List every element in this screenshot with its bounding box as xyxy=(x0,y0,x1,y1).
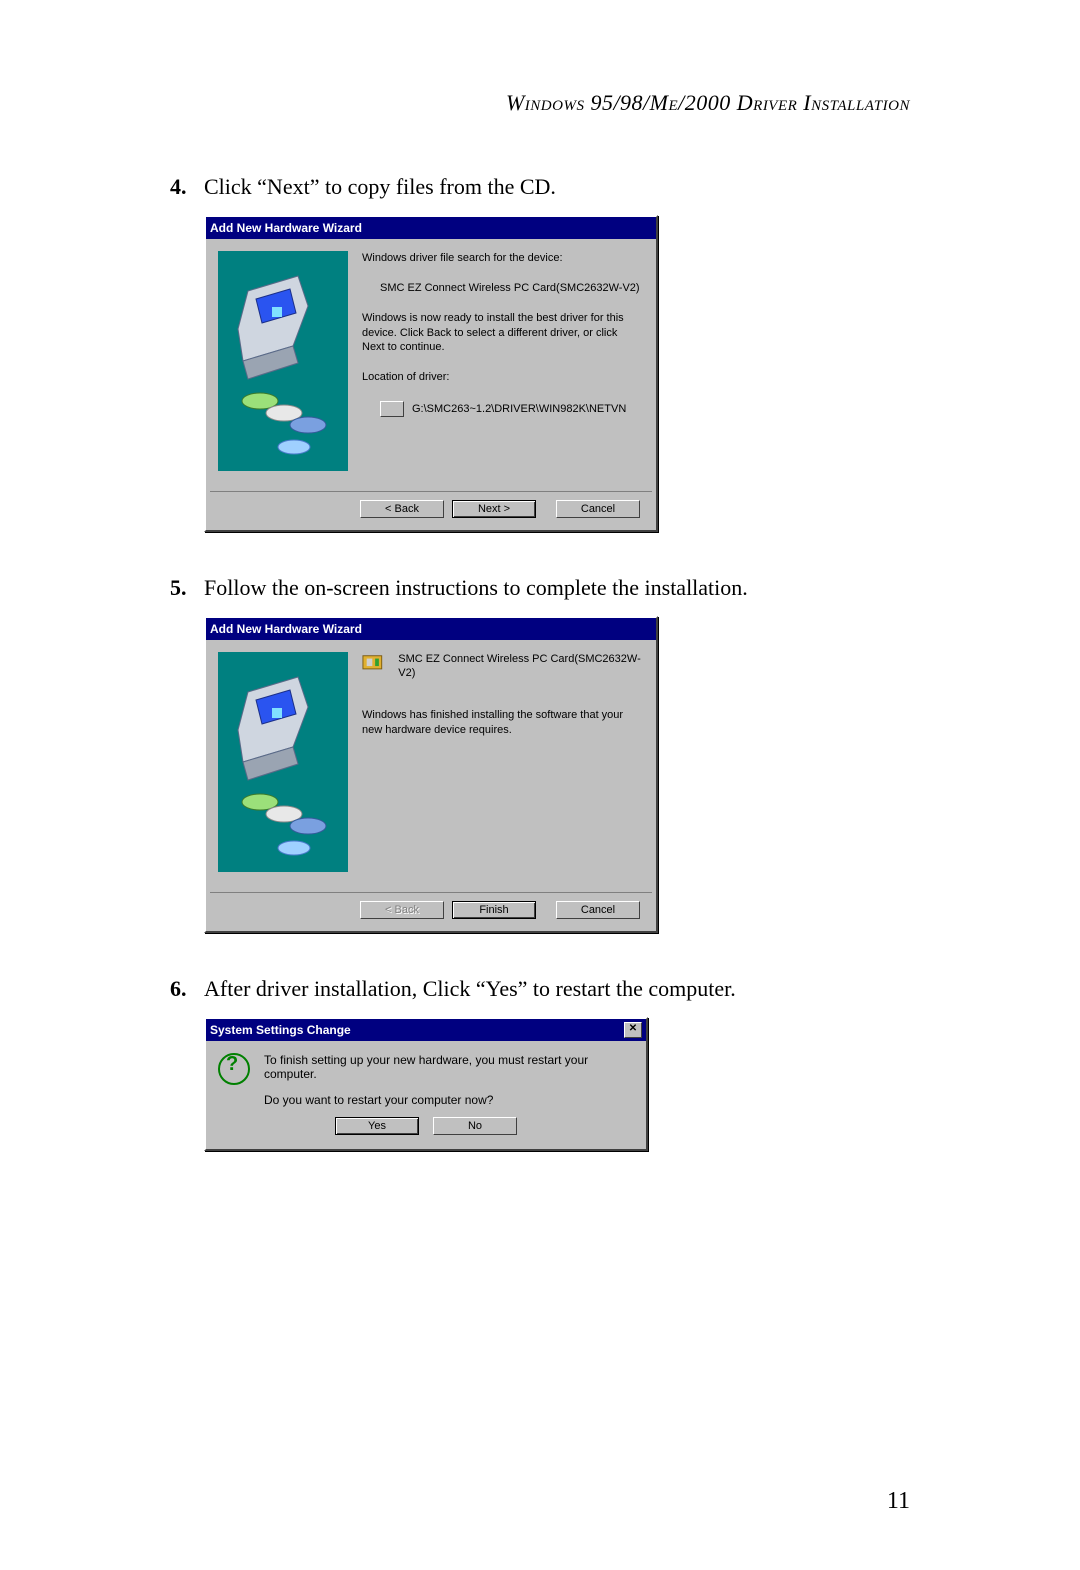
dialog-1-line2: Windows is now ready to install the best… xyxy=(362,311,642,354)
question-icon xyxy=(218,1053,250,1085)
cancel-button[interactable]: Cancel xyxy=(556,500,640,518)
hardware-wizard-dialog-2: Add New Hardware Wizard xyxy=(204,616,658,933)
close-icon[interactable]: ✕ xyxy=(624,1022,642,1038)
dialog-3-button-row: Yes No xyxy=(206,1113,646,1149)
dialog-3-body: To finish setting up your new hardware, … xyxy=(206,1041,646,1113)
dialog-3-message: To finish setting up your new hardware, … xyxy=(264,1053,632,1107)
dialog-2-content: SMC EZ Connect Wireless PC Card(SMC2632W… xyxy=(362,652,642,882)
page-number: 11 xyxy=(887,1488,910,1515)
dialog-1-device-name: SMC EZ Connect Wireless PC Card(SMC2632W… xyxy=(380,281,642,295)
dialog-2-body: SMC EZ Connect Wireless PC Card(SMC2632W… xyxy=(206,640,656,892)
step-6: 6. After driver installation, Click “Yes… xyxy=(170,973,910,1005)
dialog-1-location-label: Location of driver: xyxy=(362,370,642,384)
next-button[interactable]: Next > xyxy=(452,500,536,518)
dialog-3-line2: Do you want to restart your computer now… xyxy=(264,1093,632,1107)
dialog-1-title: Add New Hardware Wizard xyxy=(210,221,362,235)
dialog-2-device-row: SMC EZ Connect Wireless PC Card(SMC2632W… xyxy=(362,652,642,681)
hardware-wizard-dialog-1: Add New Hardware Wizard xyxy=(204,215,658,532)
dialog-1-line1: Windows driver file search for the devic… xyxy=(362,251,642,265)
back-button[interactable]: < Back xyxy=(360,500,444,518)
dialog-1-button-row: < Back Next > Cancel xyxy=(210,491,652,530)
dialog-1-title-bar: Add New Hardware Wizard xyxy=(206,217,656,239)
dialog-3-title: System Settings Change xyxy=(210,1023,351,1037)
dialog-3-line1: To finish setting up your new hardware, … xyxy=(264,1053,632,1081)
dialog-1-content: Windows driver file search for the devic… xyxy=(362,251,642,481)
dialog-1-container: Add New Hardware Wizard xyxy=(204,215,910,532)
wizard-graphic-icon xyxy=(218,652,348,872)
step-6-text: After driver installation, Click “Yes” t… xyxy=(204,973,910,1005)
dialog-2-line1: Windows has finished installing the soft… xyxy=(362,708,642,737)
page-header: Windows 95/98/Me/2000 Driver Installatio… xyxy=(170,90,910,116)
dialog-2-title-bar: Add New Hardware Wizard xyxy=(206,618,656,640)
dialog-3-container: System Settings Change ✕ To finish setti… xyxy=(204,1017,910,1151)
step-4-number: 4. xyxy=(170,171,204,203)
dialog-1-location-value: G:\SMC263~1.2\DRIVER\WIN982K\NETVN xyxy=(412,402,626,416)
step-4-text: Click “Next” to copy files from the CD. xyxy=(204,171,910,203)
document-page: Windows 95/98/Me/2000 Driver Installatio… xyxy=(0,0,1080,1570)
dialog-3-title-bar: System Settings Change ✕ xyxy=(206,1019,646,1041)
system-settings-change-dialog: System Settings Change ✕ To finish setti… xyxy=(204,1017,648,1151)
driver-location-icon xyxy=(380,401,404,417)
dialog-2-device-name: SMC EZ Connect Wireless PC Card(SMC2632W… xyxy=(398,652,642,681)
step-6-number: 6. xyxy=(170,973,204,1005)
yes-button[interactable]: Yes xyxy=(335,1117,419,1135)
dialog-2-button-row: < Back Finish Cancel xyxy=(210,892,652,931)
finish-button[interactable]: Finish xyxy=(452,901,536,919)
dialog-2-container: Add New Hardware Wizard xyxy=(204,616,910,933)
dialog-1-body: Windows driver file search for the devic… xyxy=(206,239,656,491)
wizard-graphic-icon xyxy=(218,251,348,471)
step-5-text: Follow the on-screen instructions to com… xyxy=(204,572,910,604)
no-button[interactable]: No xyxy=(433,1117,517,1135)
step-4: 4. Click “Next” to copy files from the C… xyxy=(170,171,910,203)
dialog-1-location-row: G:\SMC263~1.2\DRIVER\WIN982K\NETVN xyxy=(380,401,642,417)
step-5-number: 5. xyxy=(170,572,204,604)
dialog-2-title: Add New Hardware Wizard xyxy=(210,622,362,636)
pccard-icon xyxy=(362,652,388,674)
cancel-button[interactable]: Cancel xyxy=(556,901,640,919)
back-button-disabled: < Back xyxy=(360,901,444,919)
step-5: 5. Follow the on-screen instructions to … xyxy=(170,572,910,604)
